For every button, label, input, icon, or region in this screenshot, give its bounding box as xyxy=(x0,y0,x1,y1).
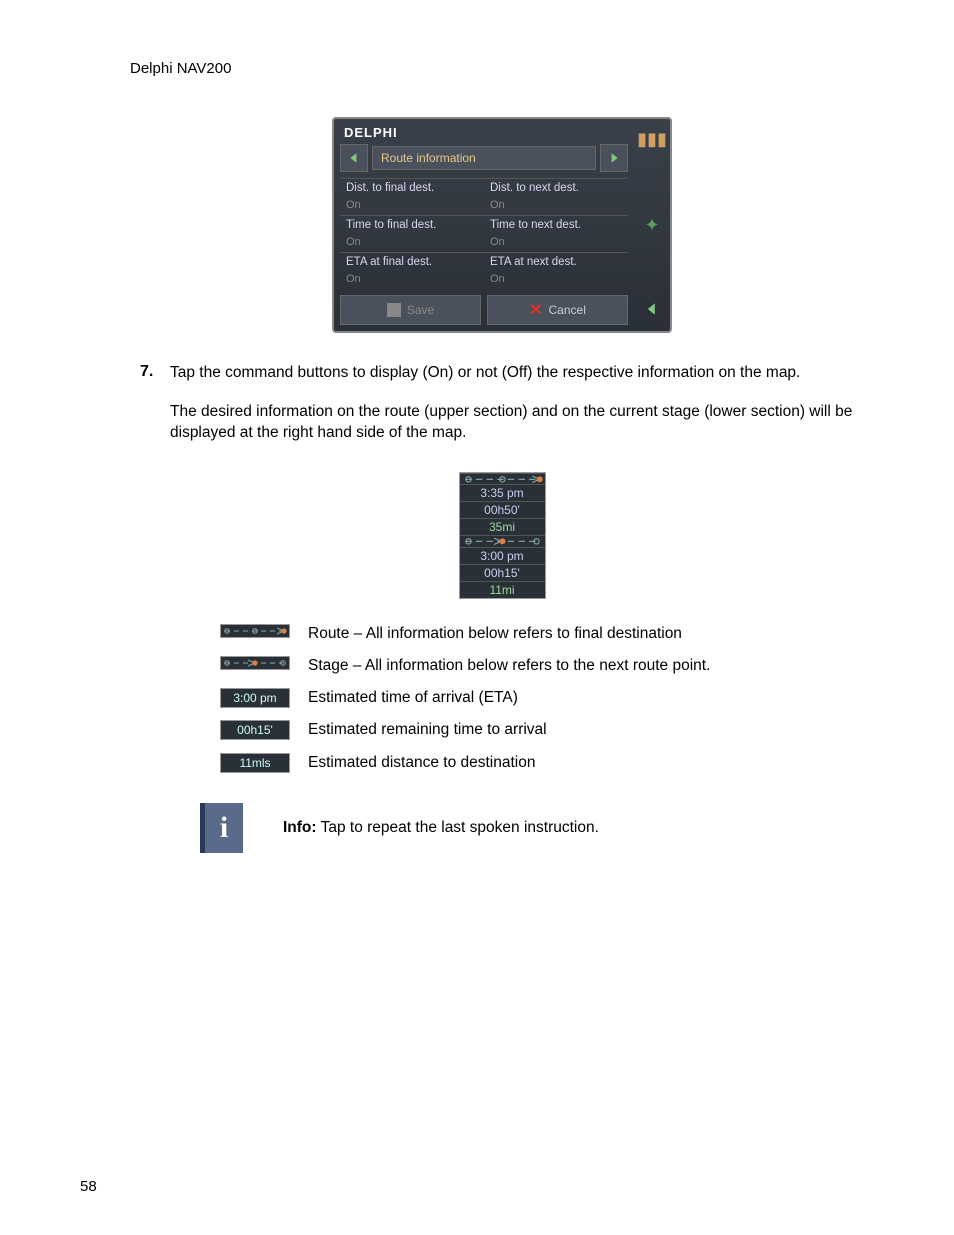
step-text-1: Tap the command buttons to display (On) … xyxy=(170,363,874,384)
info-panel: 3:35 pm 00h50' 35mi 3:00 pm 00h15' 11mi xyxy=(459,472,546,599)
toggle-dist-final[interactable]: On xyxy=(340,197,484,215)
step-text-2: The desired information on the route (up… xyxy=(170,402,874,444)
page-header: Delphi NAV200 xyxy=(130,60,874,77)
page-number: 58 xyxy=(80,1178,97,1195)
screen-title: Route information xyxy=(372,146,596,170)
toggle-dist-next[interactable]: On xyxy=(484,197,628,215)
cancel-button-label: Cancel xyxy=(549,303,586,317)
legend-dist-text: Estimated distance to destination xyxy=(308,753,535,773)
x-icon: ✕ xyxy=(529,300,542,320)
info-time-next: 00h15' xyxy=(460,564,545,581)
legend-time-text: Estimated remaining time to arrival xyxy=(308,720,547,740)
stage-icon xyxy=(460,536,545,547)
device-screenshot: DELPHI Route information Dist. to final … xyxy=(332,117,672,333)
legend-eta-box: 3:00 pm xyxy=(220,688,290,708)
save-button-label: Save xyxy=(407,303,434,317)
label-eta-final: ETA at final dest. xyxy=(340,252,484,271)
label-time-next: Time to next dest. xyxy=(484,215,628,234)
legend-eta-text: Estimated time of arrival (ETA) xyxy=(308,688,518,708)
label-time-final: Time to final dest. xyxy=(340,215,484,234)
route-icon xyxy=(460,474,545,485)
legend-dist-box: 11mls xyxy=(220,753,290,773)
next-arrow-button[interactable] xyxy=(600,144,628,172)
satellite-icon: ✦ xyxy=(644,215,659,236)
device-logo: DELPHI xyxy=(334,119,634,144)
info-time-final: 00h50' xyxy=(460,501,545,518)
legend-route-icon xyxy=(220,624,290,638)
info-text: Tap to repeat the last spoken instructio… xyxy=(317,819,599,836)
toggle-time-final[interactable]: On xyxy=(340,234,484,252)
step-7: 7. Tap the command buttons to display (O… xyxy=(130,363,874,462)
label-eta-next: ETA at next dest. xyxy=(484,252,628,271)
disk-icon xyxy=(387,303,401,317)
info-note: i Info: Tap to repeat the last spoken in… xyxy=(200,803,874,853)
info-eta-final: 3:35 pm xyxy=(460,484,545,501)
prev-arrow-button[interactable] xyxy=(340,144,368,172)
legend-route-text: Route – All information below refers to … xyxy=(308,624,682,644)
label-dist-final: Dist. to final dest. xyxy=(340,178,484,197)
info-dist-final: 35mi xyxy=(460,518,545,535)
save-button[interactable]: Save xyxy=(340,295,481,325)
legend-stage-icon xyxy=(220,656,290,670)
toggle-time-next[interactable]: On xyxy=(484,234,628,252)
cancel-button[interactable]: ✕ Cancel xyxy=(487,295,628,325)
toggle-eta-final[interactable]: On xyxy=(340,271,484,289)
legend-stage-text: Stage – All information below refers to … xyxy=(308,656,710,676)
info-icon: i xyxy=(200,803,243,853)
legend: Route – All information below refers to … xyxy=(220,624,874,773)
info-dist-next: 11mi xyxy=(460,581,545,598)
battery-icon: ▮▮▮ xyxy=(637,129,667,150)
info-label: Info: xyxy=(283,819,317,836)
back-icon[interactable] xyxy=(645,300,659,321)
legend-time-box: 00h15' xyxy=(220,720,290,740)
toggle-eta-next[interactable]: On xyxy=(484,271,628,289)
step-number: 7. xyxy=(140,363,170,462)
info-eta-next: 3:00 pm xyxy=(460,547,545,564)
label-dist-next: Dist. to next dest. xyxy=(484,178,628,197)
